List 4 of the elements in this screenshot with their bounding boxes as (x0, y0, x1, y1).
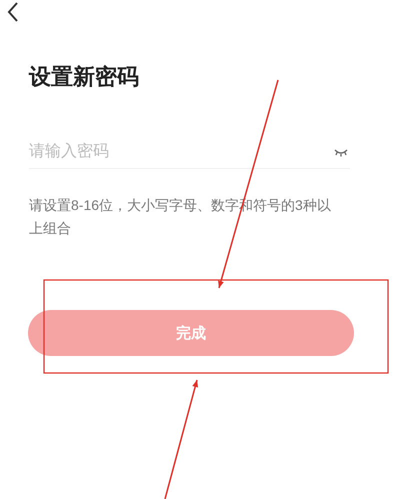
eye-closed-icon[interactable] (334, 148, 348, 158)
back-button[interactable] (6, 1, 20, 23)
page-title: 设置新密码 (29, 63, 139, 91)
password-field[interactable]: 请输入密码 (29, 136, 350, 169)
